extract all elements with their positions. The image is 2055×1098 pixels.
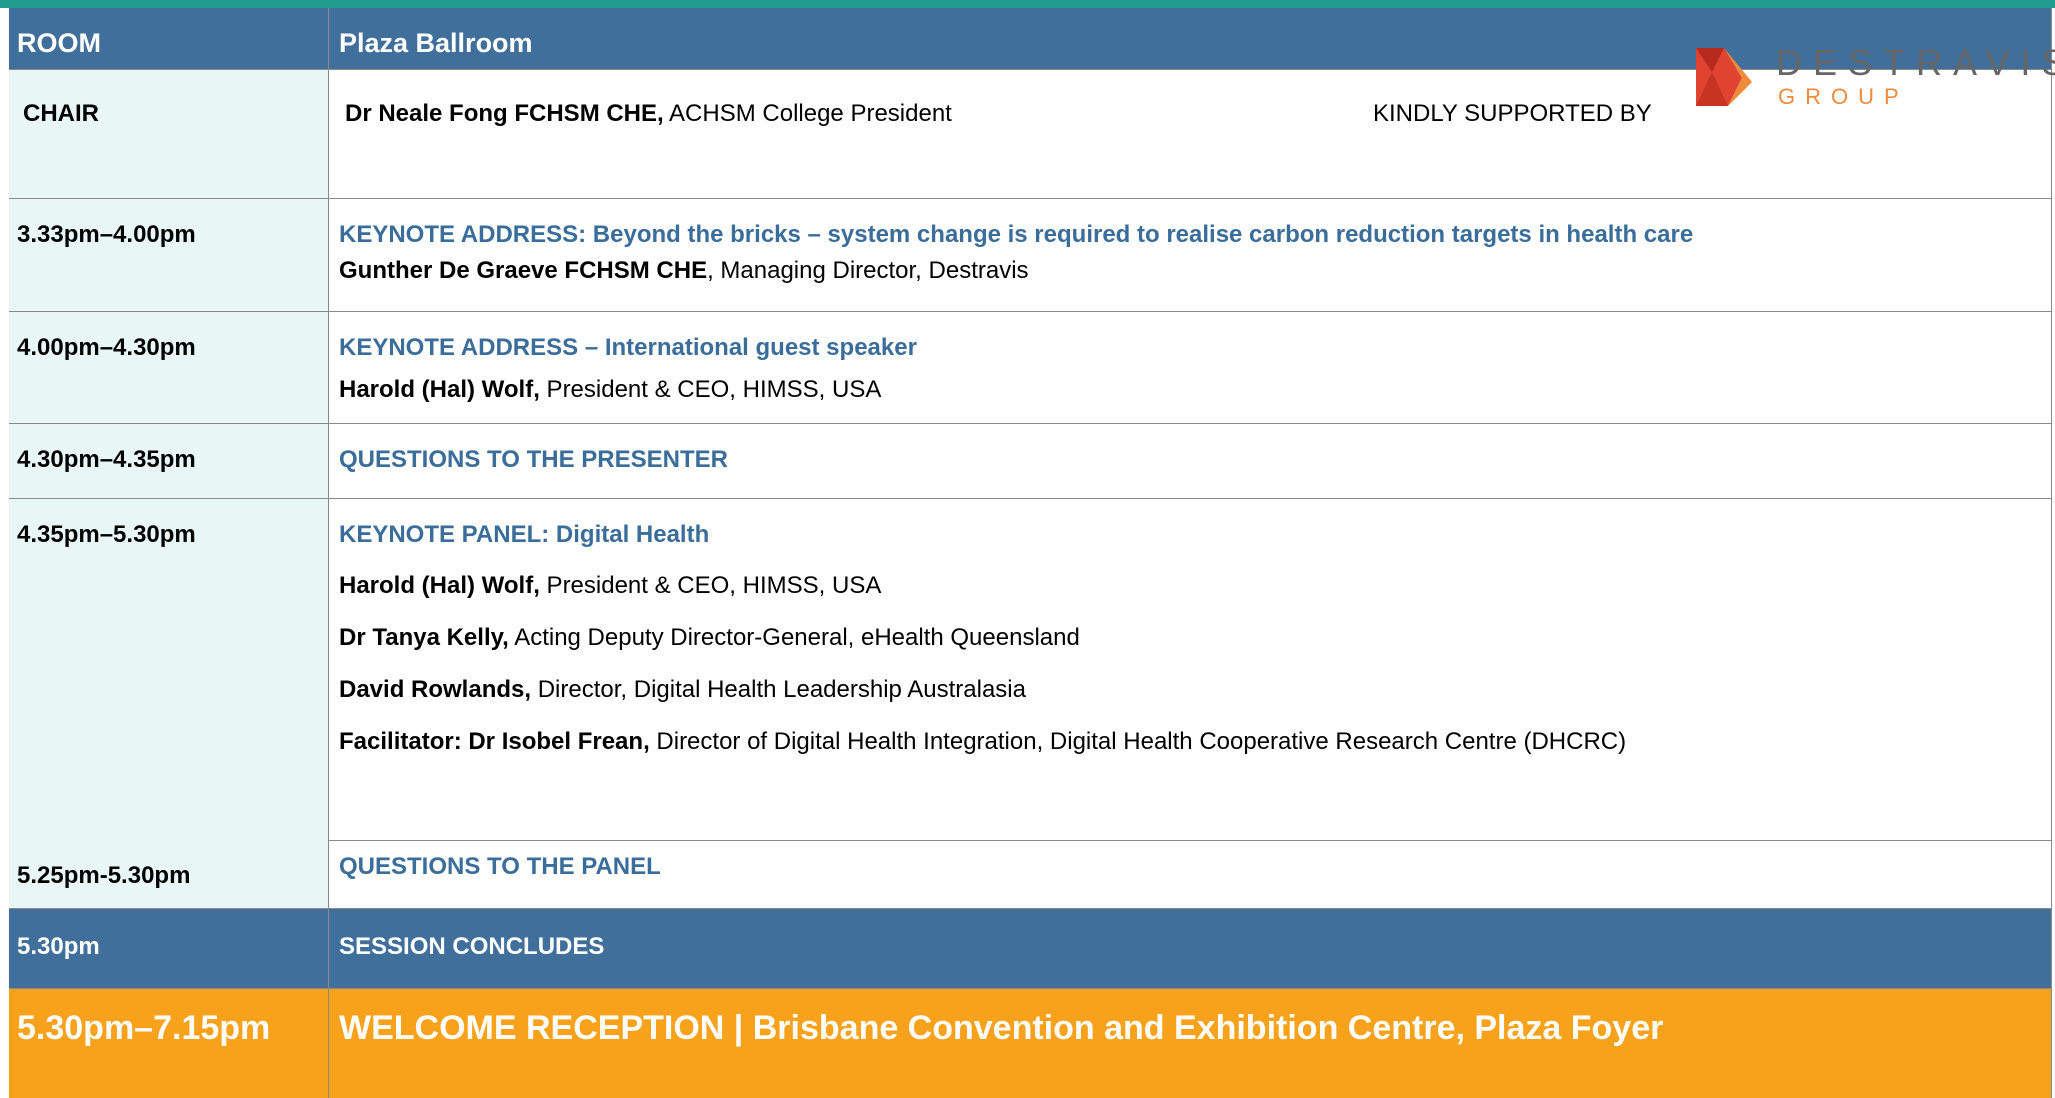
session-time: 3.33pm–4.00pm — [9, 199, 329, 311]
session-row: 5.25pm-5.30pm QUESTIONS TO THE PANEL — [9, 830, 2052, 908]
chair-line: Dr Neale Fong FCHSM CHE, ACHSM College P… — [345, 100, 952, 128]
speaker-name: Facilitator: Dr Isobel Frean, — [339, 728, 650, 755]
destravis-logo: DESTRAVIS GROUP — [1694, 42, 2055, 112]
session-time: 4.00pm–4.30pm — [9, 312, 329, 423]
speaker-line: Harold (Hal) Wolf, President & CEO, HIMS… — [339, 572, 881, 600]
speaker-role: , Managing Director, Destravis — [707, 257, 1029, 284]
speaker-name: Dr Tanya Kelly, — [339, 624, 509, 651]
session-title: QUESTIONS TO THE PRESENTER — [339, 446, 728, 473]
room-value: Plaza Ballroom — [339, 28, 533, 58]
supported-by-label: KINDLY SUPPORTED BY — [1373, 100, 1652, 127]
session-title: QUESTIONS TO THE PANEL — [339, 853, 661, 880]
session-title: KEYNOTE ADDRESS – International guest sp… — [339, 334, 917, 361]
room-label: ROOM — [9, 8, 329, 69]
reception-cell: WELCOME RECEPTION | Brisbane Convention … — [329, 989, 2052, 1098]
session-content: KEYNOTE PANEL: Digital Health Harold (Ha… — [329, 499, 2052, 840]
speaker-line: Harold (Hal) Wolf, President & CEO, HIMS… — [339, 376, 881, 404]
top-accent-band — [0, 0, 2055, 8]
reception-time: 5.30pm–7.15pm — [9, 989, 329, 1098]
speaker-name: Harold (Hal) Wolf, — [339, 572, 540, 599]
speaker-name: Gunther De Graeve FCHSM CHE — [339, 257, 708, 284]
session-row: 3.33pm–4.00pm KEYNOTE ADDRESS: Beyond th… — [9, 198, 2052, 311]
session-row: 4.35pm–5.30pm KEYNOTE PANEL: Digital Hea… — [9, 498, 2052, 840]
session-content: KEYNOTE ADDRESS: Beyond the bricks – sys… — [329, 199, 2052, 311]
conclude-cell: SESSION CONCLUDES — [329, 909, 2052, 988]
speaker-name: David Rowlands, — [339, 676, 532, 703]
session-title: KEYNOTE ADDRESS: Beyond the bricks – sys… — [339, 221, 1694, 248]
session-title: KEYNOTE PANEL: Digital Health — [339, 521, 710, 548]
speaker-role: Director of Digital Health Integration, … — [649, 728, 1627, 755]
logo-text-bottom: GROUP — [1778, 84, 1909, 109]
speaker-role: President & CEO, HIMSS, USA — [539, 376, 882, 403]
speaker-line: Facilitator: Dr Isobel Frean, Director o… — [339, 728, 1626, 756]
session-content: QUESTIONS TO THE PANEL — [329, 840, 2052, 908]
conclude-time: 5.30pm — [9, 909, 329, 988]
speaker-role: President & CEO, HIMSS, USA — [539, 572, 882, 599]
reception-label: WELCOME RECEPTION | Brisbane Convention … — [339, 1009, 1664, 1047]
chair-name: Dr Neale Fong FCHSM CHE, — [345, 100, 664, 127]
session-content: QUESTIONS TO THE PRESENTER — [329, 424, 2052, 498]
speaker-line: Dr Tanya Kelly, Acting Deputy Director-G… — [339, 624, 1080, 652]
chair-role: ACHSM College President — [663, 100, 952, 127]
speaker-name: Harold (Hal) Wolf, — [339, 376, 540, 403]
session-row: 4.30pm–4.35pm QUESTIONS TO THE PRESENTER — [9, 423, 2052, 498]
speaker-role: Acting Deputy Director-General, eHealth … — [508, 624, 1080, 651]
conclude-row: 5.30pm SESSION CONCLUDES — [9, 908, 2052, 988]
conclude-label: SESSION CONCLUDES — [339, 933, 605, 960]
speaker-line: David Rowlands, Director, Digital Health… — [339, 676, 1026, 704]
session-time: 4.30pm–4.35pm — [9, 424, 329, 498]
reception-row: 5.30pm–7.15pm WELCOME RECEPTION | Brisba… — [9, 988, 2052, 1098]
session-time: 5.25pm-5.30pm — [9, 830, 329, 908]
speaker-line: Gunther De Graeve FCHSM CHE, Managing Di… — [339, 257, 1029, 285]
chair-label: CHAIR — [9, 70, 329, 198]
session-row: 4.00pm–4.30pm KEYNOTE ADDRESS – Internat… — [9, 311, 2052, 423]
speaker-role: Director, Digital Health Leadership Aust… — [531, 676, 1026, 703]
session-time: 4.35pm–5.30pm — [9, 499, 329, 840]
logo-text-top: DESTRAVIS — [1776, 42, 2055, 83]
session-content: KEYNOTE ADDRESS – International guest sp… — [329, 312, 2052, 423]
